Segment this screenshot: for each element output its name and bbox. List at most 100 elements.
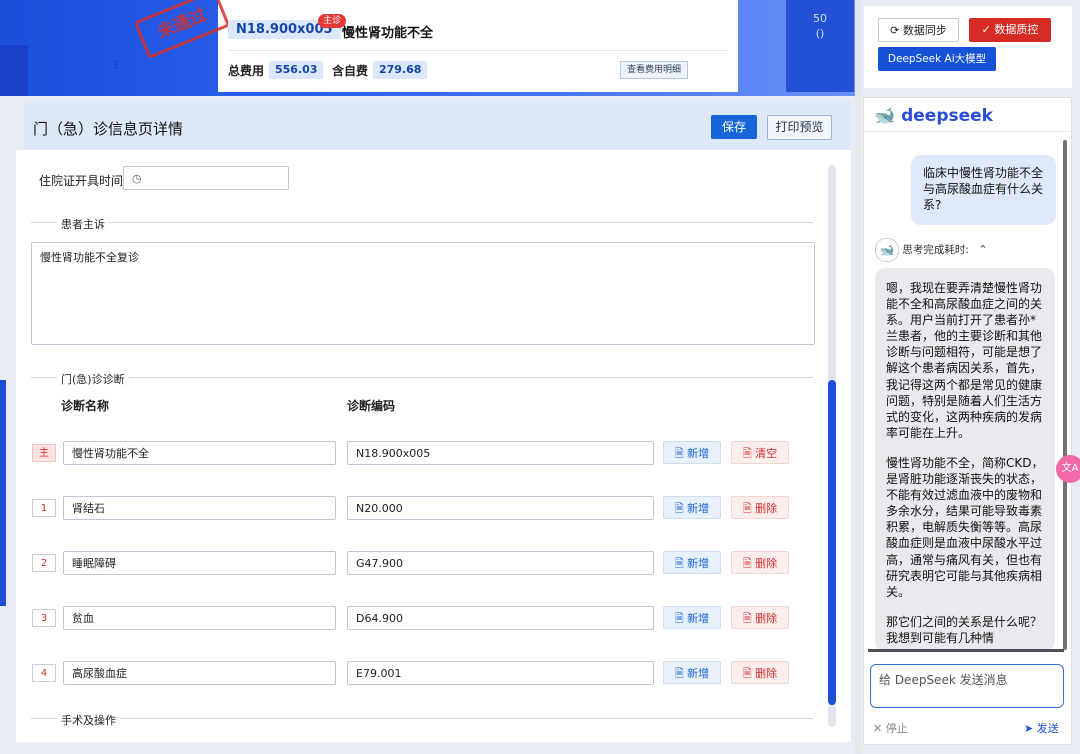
refresh-icon: ⟳ (890, 24, 903, 37)
banner-right-number: 50 (813, 12, 827, 25)
delete-diagnosis-button[interactable]: 🗎 删除 (731, 496, 789, 519)
diagnosis-name-input[interactable]: 慢性肾功能不全 (63, 441, 336, 465)
diagnosis-section-line (31, 377, 813, 378)
chat-scrollbar[interactable] (1063, 140, 1067, 650)
delete-label: 删除 (755, 667, 778, 680)
self-fee-value: 279.68 (373, 61, 428, 79)
complaint-section-title: 患者主诉 (57, 216, 109, 232)
ai-response: 嗯，我现在要弄清楚慢性肾功能不全和高尿酸血症之间的关系。用户当前打开了患者孙*兰… (875, 268, 1055, 651)
self-fee-label: 含自费 (332, 64, 369, 78)
cert-time-input[interactable]: ◷ (123, 166, 289, 190)
send-button[interactable]: ➤ 发送 (1024, 720, 1059, 736)
banner-left-number: 3 (112, 59, 119, 72)
row-tag: 1 (32, 499, 56, 517)
document-icon: 🗎 (742, 557, 756, 570)
banner-right-paren: () (815, 27, 825, 40)
send-label: 发送 (1036, 722, 1059, 735)
row-tag: 3 (32, 609, 56, 627)
delete-diagnosis-button[interactable]: 🗎 删除 (731, 661, 789, 684)
add-label: 新增 (687, 667, 710, 680)
document-icon: 🗎 (742, 502, 756, 515)
close-icon: ✕ (873, 722, 886, 735)
row-tag: 4 (32, 664, 56, 682)
diagnosis-section-title: 门(急)诊诊断 (57, 371, 129, 387)
banner-left-panel: 3 (0, 45, 119, 96)
document-icon: 🗎 (674, 612, 688, 625)
user-message: 临床中慢性肾功能不全与高尿酸血症有什么关系? (911, 155, 1056, 225)
qc-label: 数据质控 (994, 23, 1039, 36)
page-title: 门（急）诊信息页详情 (33, 120, 184, 138)
check-icon: ✓ (981, 23, 995, 36)
add-label: 新增 (687, 612, 710, 625)
delete-label: 删除 (755, 502, 778, 515)
diagnosis-code-input[interactable]: N20.000 (347, 496, 654, 520)
add-diagnosis-button[interactable]: 🗎 新增 (663, 551, 721, 574)
ai-paragraph: 那它们之间的关系是什么呢？我想到可能有几种情 (886, 614, 1043, 645)
diagnosis-code-input[interactable]: D64.900 (347, 606, 654, 630)
diagnosis-code-input[interactable]: N18.900x005 (347, 441, 654, 465)
diagnosis-code-header: 诊断编码 (347, 399, 396, 413)
chat-input[interactable]: 给 DeepSeek 发送消息 (870, 664, 1064, 708)
thinking-label: 思考完成耗时: (902, 244, 969, 256)
row-tag-main: 主 (32, 444, 56, 462)
add-diagnosis-button[interactable]: 🗎 新增 (663, 441, 721, 464)
chevron-up-icon[interactable]: ⌃ (978, 243, 987, 256)
add-diagnosis-button[interactable]: 🗎 新增 (663, 606, 721, 629)
form-scrollbar-thumb[interactable] (828, 380, 836, 705)
document-icon: 🗎 (742, 612, 756, 625)
document-icon: 🗎 (674, 447, 688, 460)
add-label: 新增 (687, 557, 710, 570)
delete-label: 删除 (755, 612, 778, 625)
surgery-section-line (31, 718, 813, 719)
cert-time-label: 住院证开具时间 (39, 174, 124, 188)
total-fee-value: 556.03 (269, 61, 324, 79)
add-label: 新增 (687, 447, 710, 460)
complaint-section-line (31, 222, 813, 223)
stop-label: 停止 (885, 722, 908, 735)
ai-paragraph: 嗯，我现在要弄清楚慢性肾功能不全和高尿酸血症之间的关系。用户当前打开了患者孙*兰… (886, 281, 1043, 440)
send-icon: ➤ (1024, 722, 1037, 735)
document-icon: 🗎 (742, 667, 756, 680)
whale-icon: 🐋 (875, 238, 899, 262)
clear-label: 清空 (755, 447, 778, 460)
surgery-section-title: 手术及操作 (57, 712, 120, 728)
delete-diagnosis-button[interactable]: 🗎 删除 (731, 551, 789, 574)
total-fee-label: 总费用 (228, 64, 265, 78)
print-preview-button[interactable]: 打印预览 (767, 115, 832, 140)
diagnosis-name-input[interactable]: 睡眠障碍 (63, 551, 336, 575)
data-sync-button[interactable]: ⟳ 数据同步 (878, 18, 959, 42)
diagnosis-code-input[interactable]: E79.001 (347, 661, 654, 685)
whale-icon: 🐋 (874, 106, 896, 126)
clock-icon: ◷ (132, 172, 142, 185)
diagnosis-code-input[interactable]: G47.900 (347, 551, 654, 575)
brand-name: deepseek (901, 106, 993, 126)
data-qc-button[interactable]: ✓ 数据质控 (969, 18, 1051, 42)
ai-paragraph: 慢性肾功能不全，简称CKD，是肾脏功能逐渐丧失的状态，不能有效过滤血液中的废物和… (886, 455, 1044, 599)
add-diagnosis-button[interactable]: 🗎 新增 (663, 661, 721, 684)
save-button[interactable]: 保存 (711, 115, 757, 139)
complaint-textarea[interactable]: 慢性肾功能不全复诊 (31, 242, 815, 345)
diagnosis-name-input[interactable]: 贫血 (63, 606, 336, 630)
thinking-status[interactable]: 🐋 思考完成耗时: ⌃ (875, 238, 987, 262)
add-diagnosis-button[interactable]: 🗎 新增 (663, 496, 721, 519)
document-icon: 🗎 (674, 667, 688, 680)
diagnosis-name-input[interactable]: 高尿酸血症 (63, 661, 336, 685)
panel-divider (855, 0, 861, 754)
diagnosis-name-header: 诊断名称 (61, 399, 110, 413)
summary-divider (228, 50, 728, 51)
chat-horizontal-scrollbar[interactable] (868, 649, 1064, 652)
diagnosis-name-input[interactable]: 肾结石 (63, 496, 336, 520)
deepseek-ai-button[interactable]: DeepSeek Ai大模型 (878, 47, 996, 71)
main-diagnosis-name: 慢性肾功能不全 (342, 26, 434, 41)
delete-diagnosis-button[interactable]: 🗎 删除 (731, 606, 789, 629)
chat-header-divider (864, 131, 1071, 132)
banner-right-panel: 50 () (786, 0, 854, 92)
stop-button[interactable]: ✕ 停止 (873, 720, 908, 736)
translate-float-button[interactable]: 文A (1056, 455, 1080, 483)
document-icon: 🗎 (742, 447, 756, 460)
clear-diagnosis-button[interactable]: 🗎 清空 (731, 441, 789, 464)
deepseek-logo: 🐋 deepseek (874, 106, 993, 126)
view-fee-detail-button[interactable]: 查看费用明细 (620, 61, 689, 79)
left-edge-strip (0, 380, 6, 606)
document-icon: 🗎 (674, 502, 688, 515)
